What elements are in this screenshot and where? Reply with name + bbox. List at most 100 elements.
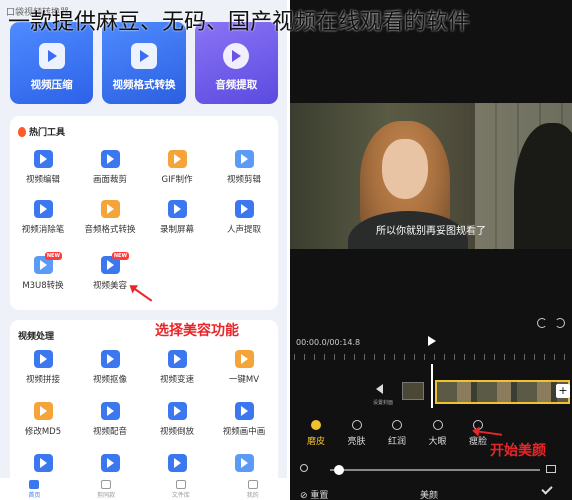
fire-icon [18,126,26,137]
hot-tools-panel: 热门工具 视频编辑 画面裁剪 GIF制作 视频剪辑 视频消除笔 音频格式转换 录… [10,116,278,310]
tool-label: 视频消除笔 [21,225,65,235]
audio-convert-icon [100,200,120,218]
video-preview[interactable]: 所以你就别再妥图规看了 [290,103,572,249]
annotation-left: 选择美容功能 [155,323,239,339]
video-subtitle: 所以你就别再妥图规看了 [376,226,486,237]
cover-thumbnail[interactable] [402,382,424,400]
add-clip-button[interactable]: + [556,384,570,398]
video-edit-icon [33,150,53,168]
beauty-big-eyes[interactable]: 大眼 [424,420,452,447]
reset-label: 重置 [310,491,329,500]
beauty-rosy[interactable]: 红润 [383,420,411,447]
merge-icon [33,350,53,368]
beauty-label: 大眼 [428,437,447,447]
tool-merge[interactable]: 视频拼接 [10,350,76,385]
audio-icon[interactable] [376,384,383,394]
clip-strip[interactable] [435,380,570,404]
nav-home[interactable]: 首页 [28,479,41,499]
tool-label: GIF制作 [161,175,193,185]
reset-button[interactable]: ⊘ 重置 [300,488,328,500]
tool-m3u8[interactable]: NEW M3U8转换 [10,252,76,291]
timeline-ruler [294,354,568,360]
panel-name: 美颜 [420,491,439,500]
undo-icon[interactable] [537,318,547,328]
nav-profile[interactable]: 我的 [247,479,259,499]
annotation-right: 开始美颜 [490,443,546,459]
screen-record-icon [167,200,187,218]
beauty-tools: 磨皮 亮肤 红润 大眼 瘦脸 [302,420,492,447]
compress-icon [38,43,65,69]
tool-pip[interactable]: 视频画中画 [211,402,277,437]
gif-icon [167,150,187,168]
tool-cutout[interactable]: 视频抠像 [77,350,143,385]
bottom-nav: 首页 剪同款 文件库 我的 [0,478,287,500]
tool-label: 视频配音 [92,427,127,437]
play-button[interactable] [428,336,436,346]
convert-icon [130,43,157,69]
tool-reverse[interactable]: 视频倒放 [144,402,210,437]
profile-icon [247,479,258,489]
tool-more-1[interactable] [10,454,76,472]
video-processing-panel: 视频处理 视频拼接 视频抠像 视频变速 一键MV 修改MD5 视频配音 视频倒放… [10,320,278,490]
overlay-title: 一款提供麻豆、无码、国产视频在线观看的软件 [8,10,471,35]
tool-speed[interactable]: 视频变速 [144,350,210,385]
video-person-face [382,139,428,199]
tool-more-3[interactable] [144,454,210,472]
top-card-label: 音频提取 [215,79,258,91]
tool-label: 录制屏幕 [159,225,194,235]
nav-files[interactable]: 文件库 [172,479,190,499]
tool-eraser[interactable]: 视频消除笔 [10,200,76,235]
tool-label: 视频画中画 [222,427,266,437]
intensity-slider-thumb[interactable] [334,465,344,475]
redo-icon[interactable] [555,318,565,328]
beauty-label: 磨皮 [306,437,325,447]
mv-icon [234,350,254,368]
tool-label: 视频变速 [159,375,194,385]
tool-label: 画面裁剪 [92,175,127,185]
nav-template[interactable]: 剪同款 [97,479,116,499]
tool-crop[interactable]: 画面裁剪 [77,150,143,185]
tool-gif[interactable]: GIF制作 [144,150,210,185]
confirm-icon[interactable] [541,483,553,495]
smooth-icon [311,420,321,430]
tool-video-cut[interactable]: 视频剪辑 [211,150,277,185]
nav-label: 剪同款 [97,491,116,499]
video-icon [100,454,120,472]
tool-audio-convert[interactable]: 音频格式转换 [77,200,143,235]
split-icon[interactable] [546,465,556,473]
tool-screen-record[interactable]: 录制屏幕 [144,200,210,235]
audio-extract-icon [223,43,250,69]
tool-label: 视频拼接 [25,375,60,385]
nav-label: 首页 [28,491,41,499]
beauty-smooth[interactable]: 磨皮 [302,420,330,447]
tool-more-2[interactable] [77,454,143,472]
eye-icon [432,420,443,430]
playhead[interactable] [431,364,433,408]
tool-md5[interactable]: 修改MD5 [10,402,76,437]
tool-voice-extract[interactable]: 人声提取 [211,200,277,235]
tool-more-4[interactable] [211,454,277,472]
dubbing-icon [100,402,120,420]
video-icon [33,454,53,472]
left-app-screen: 口袋视频转换器 视频压缩 视频格式转换 音频提取 热门工具 视频编辑 画面裁剪 … [0,0,287,500]
tool-label: 音频格式转换 [84,225,136,235]
top-card-label: 视频压缩 [30,79,73,91]
voice-extract-icon [234,200,254,218]
tool-video-edit[interactable]: 视频编辑 [10,150,76,185]
compare-icon[interactable] [300,464,308,472]
folder-icon [175,479,186,489]
tool-dubbing[interactable]: 视频配音 [77,402,143,437]
hot-tools-title-text: 热门工具 [29,128,66,138]
rosy-icon [392,420,402,430]
tool-mv[interactable]: 一键MV [211,350,277,385]
intensity-slider-track[interactable] [330,469,540,471]
right-editor-screen: 所以你就别再妥图规看了 00:00.0/00:14.8 设置封面 + 磨皮 亮肤… [290,0,572,500]
new-badge: NEW [111,252,129,260]
tool-label: 视频剪辑 [226,175,261,185]
beauty-brighten[interactable]: 亮肤 [343,420,371,447]
tool-label: 人声提取 [226,225,261,235]
timeline[interactable]: 设置封面 + [290,364,572,408]
top-card-label: 视频格式转换 [112,79,176,91]
beauty-label: 亮肤 [347,437,366,447]
tool-label: 修改MD5 [24,427,62,437]
